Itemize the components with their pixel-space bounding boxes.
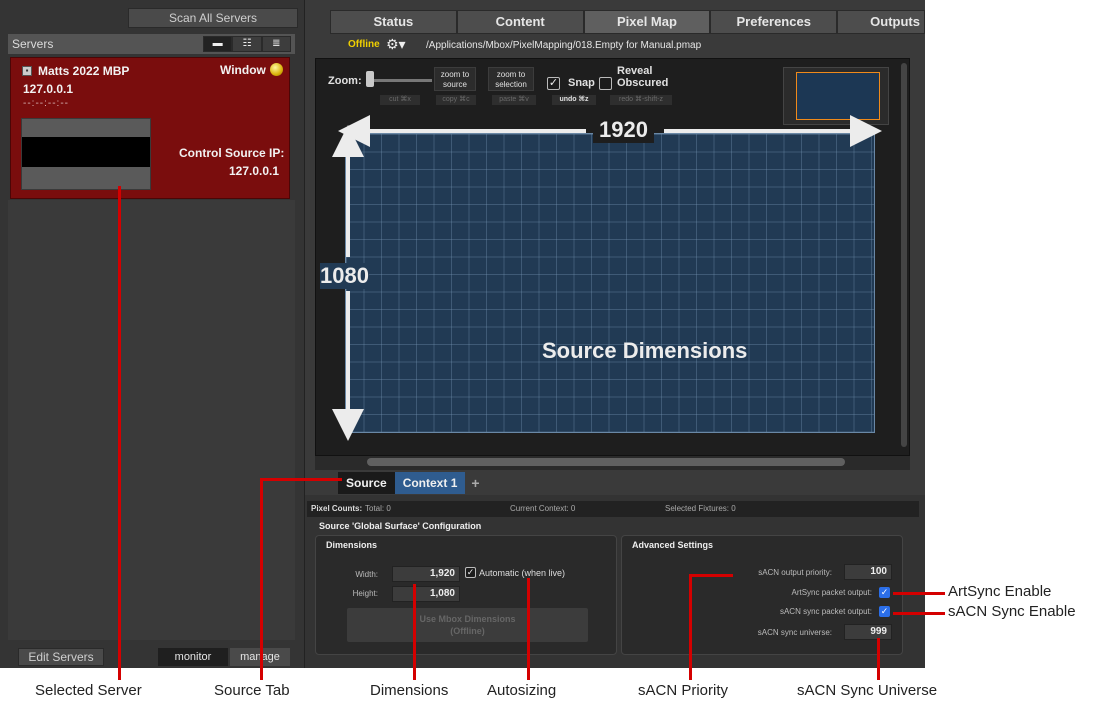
sacn-universe-field[interactable]: 999 [844, 624, 892, 640]
callout-line-source-tab-v [260, 478, 263, 680]
main-tabs: Status Content Pixel Map Preferences Out… [330, 10, 925, 34]
width-field[interactable]: 1,920 [392, 566, 460, 582]
callout-sacn-sync-universe: sACN Sync Universe [797, 682, 938, 699]
pixel-total: Total: 0 [365, 504, 391, 513]
pixel-current-context: Current Context: 0 [510, 504, 576, 513]
sacn-sync-label: sACN sync packet output: [779, 607, 872, 616]
callout-source-tab: Source Tab [214, 682, 290, 699]
selected-server-card[interactable]: ▪ Matts 2022 MBP Window 127.0.0.1 --:--:… [10, 57, 290, 199]
tab-outputs[interactable]: Outputs [837, 10, 925, 34]
height-dimension-label: 1080 [320, 263, 369, 289]
tab-status[interactable]: Status [330, 10, 457, 34]
app-window: Scan All Servers Servers ▬ ☷ ≣ ▪ Matts 2… [0, 0, 925, 668]
sacn-priority-field[interactable]: 100 [844, 564, 892, 580]
artsync-label: ArtSync packet output: [791, 588, 873, 597]
server-timecode: --:--:--:-- [23, 98, 69, 109]
server-thumbnail [21, 118, 151, 190]
control-source-ip: 127.0.0.1 [229, 164, 280, 178]
status-led-icon [270, 63, 283, 76]
height-label: Height: [352, 589, 378, 598]
callout-line-dimensions [413, 584, 416, 680]
callout-selected-server: Selected Server [35, 682, 142, 699]
tab-source[interactable]: Source [338, 472, 395, 494]
callout-sacn-sync-enable: sACN Sync Enable [948, 603, 1076, 620]
view-large-button[interactable]: ▬ [203, 36, 233, 52]
advanced-settings-title: Advanced Settings [632, 540, 714, 550]
server-name: Matts 2022 MBP [38, 64, 130, 78]
callout-line-sacn-priority-v [689, 574, 692, 680]
callout-autosizing: Autosizing [487, 682, 557, 699]
view-mode-group: ▬ ☷ ≣ [203, 36, 291, 52]
horizontal-scrollbar-track [315, 456, 910, 470]
thumbnail-screen [22, 137, 150, 167]
callout-line-sacn-priority-h [689, 574, 733, 577]
tab-context-1[interactable]: Context 1 [394, 472, 466, 494]
automatic-checkbox[interactable]: ✓ [465, 567, 476, 578]
tab-pixel-map[interactable]: Pixel Map [583, 10, 711, 34]
sacn-universe-label: sACN sync universe: [757, 628, 832, 637]
callout-dimensions: Dimensions [370, 682, 449, 699]
add-context-icon[interactable]: + [465, 472, 485, 494]
servers-header: Servers ▬ ☷ ≣ [8, 34, 295, 54]
advanced-settings-group: Advanced Settings sACN output priority: … [621, 535, 903, 655]
view-medium-button[interactable]: ☷ [232, 36, 262, 52]
pixel-selected-fixtures: Selected Fixtures: 0 [665, 504, 736, 513]
servers-label: Servers [12, 37, 54, 51]
vertical-scrollbar[interactable] [901, 63, 907, 447]
view-list-button[interactable]: ≣ [261, 36, 291, 52]
context-tabs: Source Context 1 + [338, 472, 486, 494]
automatic-label: Automatic (when live) [479, 568, 566, 578]
file-path: /Applications/Mbox/PixelMapping/018.Empt… [426, 40, 702, 51]
callout-line-source-tab-h [260, 478, 342, 481]
tab-content[interactable]: Content [456, 10, 584, 34]
width-label: Width: [355, 570, 378, 579]
width-dimension-label: 1920 [593, 117, 654, 143]
server-mode: Window [220, 63, 266, 77]
config-title: Source 'Global Surface' Configuration [319, 521, 482, 531]
callout-line-artsync [893, 592, 945, 595]
callout-line-sacn-sync [893, 612, 945, 615]
height-field[interactable]: 1,080 [392, 586, 460, 602]
callout-line-autosizing [527, 578, 530, 680]
use-mbox-dimensions-button[interactable]: Use Mbox Dimensions (Offline) [346, 607, 589, 643]
source-config-panel: Pixel Counts: Total: 0 Current Context: … [305, 495, 925, 668]
gear-menu-icon[interactable]: ⚙▾ [386, 36, 406, 53]
offline-status: Offline [348, 39, 380, 50]
sacn-sync-checkbox[interactable]: ✓ [879, 606, 890, 617]
tab-preferences[interactable]: Preferences [710, 10, 838, 34]
callout-line-sacn-universe [877, 638, 880, 680]
scan-all-servers-button[interactable]: Scan All Servers [128, 8, 298, 28]
callout-line-selected-server [118, 186, 121, 680]
control-source-label: Control Source IP: [179, 146, 285, 160]
server-icon: ▪ [22, 66, 32, 76]
edit-servers-button[interactable]: Edit Servers [18, 648, 104, 666]
monitor-button[interactable]: monitor [158, 648, 228, 666]
dimensions-title: Dimensions [326, 540, 378, 550]
server-ip: 127.0.0.1 [23, 82, 74, 96]
pixel-counts-bar: Pixel Counts: Total: 0 Current Context: … [307, 501, 919, 517]
status-row: Offline ⚙▾ /Applications/Mbox/PixelMappi… [308, 36, 925, 56]
pixel-map-canvas[interactable]: Zoom: zoom to source zoom to selection ✓ S… [315, 58, 910, 456]
server-list-area [8, 200, 295, 640]
callout-sacn-priority: sACN Priority [638, 682, 729, 699]
pixel-counts-label: Pixel Counts: [311, 504, 363, 513]
callout-artsync-enable: ArtSync Enable [948, 583, 1052, 600]
artsync-checkbox[interactable]: ✓ [879, 587, 890, 598]
horizontal-scrollbar[interactable] [367, 458, 845, 466]
